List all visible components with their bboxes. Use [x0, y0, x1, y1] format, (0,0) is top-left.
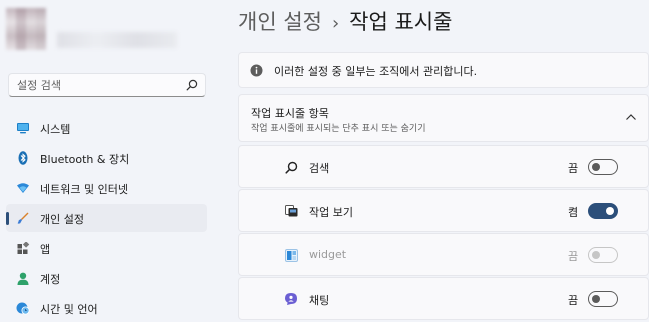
search-icon [284, 160, 298, 174]
chevron-right-icon: › [331, 13, 340, 34]
managed-by-organization-banner: 이러한 설정 중 일부는 조직에서 관리합니다. [238, 52, 649, 88]
toggle-state-text: 끔 [568, 294, 579, 307]
taskbar-item-chat-row: 채팅 끔 [238, 277, 649, 320]
search-input[interactable] [17, 77, 177, 93]
sidebar-item-label: Bluetooth & 장치 [40, 153, 130, 166]
page-title: 작업 표시줄 [349, 10, 453, 34]
sidebar-item-system[interactable]: 시스템 [6, 114, 207, 142]
breadcrumb: 개인 설정 › 작업 표시줄 [238, 6, 452, 36]
task-view-icon [284, 204, 298, 218]
toggle-knob [592, 251, 600, 259]
search-icon[interactable] [186, 79, 198, 91]
sidebar-item-time-language[interactable]: 시간 및 언어 [6, 294, 207, 322]
avatar[interactable] [6, 8, 46, 50]
globe-clock-icon [16, 301, 30, 315]
sidebar-item-label: 개인 설정 [40, 213, 84, 226]
wifi-icon [16, 181, 30, 195]
sidebar-item-personalization[interactable]: 개인 설정 [6, 204, 207, 232]
row-label: 채팅 [309, 294, 330, 307]
row-label: widget [309, 248, 347, 261]
sidebar-item-network[interactable]: 네트워크 및 인터넷 [6, 174, 207, 202]
sidebar-item-label: 네트워크 및 인터넷 [40, 183, 128, 196]
toggle-state-text: 끔 [568, 250, 579, 263]
row-label: 작업 보기 [309, 206, 353, 219]
toggle-knob [592, 295, 600, 303]
person-icon [16, 271, 30, 285]
chat-toggle[interactable] [588, 291, 618, 307]
breadcrumb-parent[interactable]: 개인 설정 [238, 10, 322, 34]
widgets-icon [284, 248, 298, 262]
taskbar-item-search-row: 검색 끔 [238, 145, 649, 188]
banner-text: 이러한 설정 중 일부는 조직에서 관리합니다. [274, 65, 478, 78]
sidebar-item-accounts[interactable]: 계정 [6, 264, 207, 292]
sidebar: 시스템 Bluetooth & 장치 네트워크 및 인터넷 개인 설정 앱 계정 [0, 0, 222, 320]
sidebar-item-label: 시간 및 언어 [40, 303, 98, 316]
taskbar-item-widgets-row: widget 끔 [238, 233, 649, 276]
user-account-info [57, 32, 177, 48]
sidebar-item-label: 시스템 [40, 123, 71, 136]
sidebar-item-bluetooth-devices[interactable]: Bluetooth & 장치 [6, 144, 207, 172]
monitor-icon [16, 121, 30, 135]
task-view-toggle[interactable] [588, 203, 618, 219]
toggle-knob [592, 163, 600, 171]
sidebar-item-label: 앱 [40, 243, 51, 256]
taskbar-items-section-header[interactable]: 작업 표시줄 항목 작업 표시줄에 표시되는 단추 표시 또는 숨기기 [238, 94, 649, 142]
settings-search-box[interactable] [8, 73, 206, 97]
search-toggle[interactable] [588, 159, 618, 175]
toggle-state-text: 켬 [568, 206, 579, 219]
taskbar-item-task-view-row: 작업 보기 켬 [238, 189, 649, 232]
sidebar-item-apps[interactable]: 앱 [6, 234, 207, 262]
sidebar-item-label: 계정 [40, 273, 61, 286]
section-title: 작업 표시줄 항목 [251, 107, 329, 120]
section-subtitle: 작업 표시줄에 표시되는 단추 표시 또는 숨기기 [251, 124, 426, 134]
chat-icon [284, 292, 298, 306]
row-label: 검색 [309, 162, 330, 175]
info-icon [250, 64, 263, 77]
bluetooth-icon [16, 151, 30, 165]
apps-icon [16, 241, 30, 255]
brush-icon [16, 211, 30, 225]
chevron-up-icon[interactable] [625, 113, 637, 121]
widgets-toggle[interactable] [588, 247, 618, 263]
toggle-state-text: 끔 [568, 162, 579, 175]
toggle-knob [606, 207, 614, 215]
